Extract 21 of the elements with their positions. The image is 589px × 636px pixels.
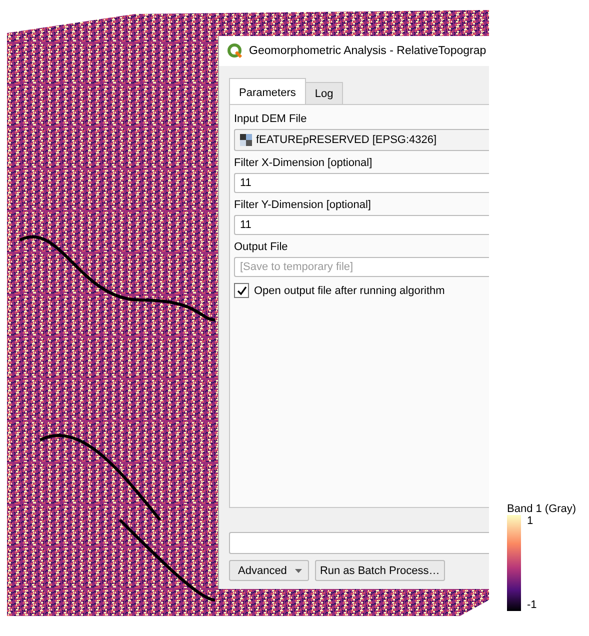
legend-title: Band 1 (Gray) (507, 503, 578, 515)
app-logo-icon (227, 43, 243, 59)
advanced-dropdown-button[interactable]: Advanced (229, 560, 309, 581)
number-input[interactable]: 11 (234, 173, 489, 193)
output-file-input[interactable]: [Save to temporary file] (234, 257, 489, 277)
legend-max-label: 1 (527, 515, 534, 527)
legend-min-label: -1 (527, 599, 537, 611)
window-title: Geomorphometric Analysis - RelativeTopograp (249, 45, 486, 57)
raster-layer-icon (240, 134, 252, 146)
number-input[interactable]: 11 (234, 215, 489, 235)
field-label: Output File (234, 241, 289, 253)
tab[interactable]: Log (304, 82, 344, 104)
caret-icon (294, 568, 302, 572)
batch-process-button[interactable]: Run as Batch Process… (314, 560, 445, 581)
checkbox[interactable] (234, 283, 249, 298)
field-label: Filter Y-Dimension [optional] (234, 199, 372, 211)
checkbox-label: Open output file after running algorithm (254, 284, 445, 296)
field-label: Filter X-Dimension [optional] (234, 157, 374, 169)
tab[interactable]: Parameters (229, 78, 306, 104)
field-label: Input DEM File (234, 113, 308, 125)
layer-dropdown[interactable]: fEATUREpRESERVED [EPSG:4326] (234, 129, 489, 151)
